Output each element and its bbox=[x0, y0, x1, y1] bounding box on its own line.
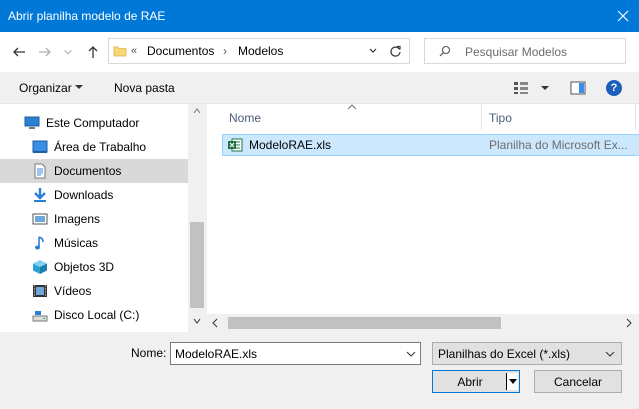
sidebar-item-downloads[interactable]: Downloads bbox=[0, 183, 188, 207]
chevron-down-icon bbox=[605, 351, 615, 357]
column-divider[interactable] bbox=[481, 104, 482, 130]
sidebar-item-label: Downloads bbox=[54, 188, 114, 202]
command-bar: Organizar Nova pasta ? bbox=[0, 72, 639, 104]
horizontal-scrollbar[interactable] bbox=[207, 314, 639, 332]
arrow-right-icon bbox=[39, 47, 51, 57]
forward-button[interactable] bbox=[36, 43, 54, 61]
column-headers: Nome Tipo bbox=[207, 104, 639, 130]
sidebar-scrollbar[interactable] bbox=[188, 104, 206, 332]
computer-icon bbox=[24, 116, 40, 129]
close-icon bbox=[617, 10, 629, 22]
caret-down-icon[interactable] bbox=[75, 85, 83, 89]
sidebar-item-label: Objetos 3D bbox=[54, 260, 115, 274]
breadcrumb-modelos[interactable]: Modelos bbox=[238, 44, 283, 58]
caret-down-icon bbox=[509, 379, 517, 384]
sidebar-item-musicas[interactable]: Músicas bbox=[0, 231, 188, 255]
sidebar-item-label: Imagens bbox=[54, 212, 101, 226]
sidebar-item-este-computador[interactable]: Este Computador bbox=[0, 111, 188, 135]
window-title: Abrir planilha modelo de RAE bbox=[8, 9, 166, 23]
up-button[interactable] bbox=[84, 43, 102, 61]
chevron-down-icon bbox=[64, 49, 72, 55]
file-row[interactable]: ModeloRAE.xls Planilha do Microsoft Ex..… bbox=[222, 134, 639, 156]
arrow-left-icon bbox=[13, 47, 25, 57]
sidebar-item-videos[interactable]: Vídeos bbox=[0, 279, 188, 303]
breadcrumb-separator-icon[interactable]: › bbox=[223, 44, 227, 58]
sort-ascending-icon bbox=[347, 104, 357, 110]
sidebar-item-documentos[interactable]: Documentos bbox=[0, 159, 188, 183]
new-folder-button[interactable]: Nova pasta bbox=[114, 81, 175, 95]
address-dropdown-icon[interactable] bbox=[368, 44, 378, 58]
local-disk-icon bbox=[32, 311, 48, 322]
sidebar-item-label: Disco Local (C:) bbox=[54, 308, 140, 322]
view-options-icon[interactable] bbox=[513, 81, 529, 95]
scroll-up-icon[interactable] bbox=[193, 108, 201, 114]
music-icon bbox=[35, 236, 44, 250]
file-name: ModeloRAE.xls bbox=[249, 138, 332, 152]
preview-pane-icon[interactable] bbox=[570, 81, 586, 95]
file-name-label: Nome: bbox=[131, 346, 167, 360]
sidebar-item-label: Este Computador bbox=[46, 116, 140, 130]
navigation-bar: « Documentos › Modelos Pesquisar Modelos bbox=[0, 32, 639, 72]
sidebar-item-disco-local[interactable]: Disco Local (C:) bbox=[0, 303, 188, 327]
recent-locations-button[interactable] bbox=[62, 43, 74, 61]
videos-icon bbox=[33, 285, 47, 297]
file-type-filter[interactable]: Planilhas do Excel (*.xls) bbox=[432, 342, 622, 365]
desktop-icon bbox=[32, 140, 48, 153]
view-caret-icon[interactable] bbox=[541, 86, 549, 90]
column-divider[interactable] bbox=[635, 104, 636, 130]
address-bar[interactable]: « Documentos › Modelos bbox=[108, 38, 410, 64]
sidebar-item-label: Documentos bbox=[54, 164, 122, 178]
sidebar-item-label: Músicas bbox=[54, 236, 99, 250]
open-options-dropdown[interactable] bbox=[506, 373, 518, 390]
search-icon bbox=[439, 45, 451, 57]
search-box[interactable]: Pesquisar Modelos bbox=[424, 38, 626, 64]
refresh-button[interactable] bbox=[381, 38, 410, 64]
scroll-down-icon[interactable] bbox=[193, 318, 201, 324]
sidebar-item-imagens[interactable]: Imagens bbox=[0, 207, 188, 231]
file-name-input[interactable]: ModeloRAE.xls bbox=[170, 342, 421, 365]
sidebar-item-objetos-3d[interactable]: Objetos 3D bbox=[0, 255, 188, 279]
scrollbar-thumb[interactable] bbox=[228, 317, 501, 329]
title-bar: Abrir planilha modelo de RAE bbox=[0, 0, 639, 32]
downloads-icon bbox=[34, 188, 46, 202]
column-header-tipo[interactable]: Tipo bbox=[489, 111, 512, 125]
open-button-label: Abrir bbox=[457, 375, 483, 389]
refresh-icon bbox=[389, 45, 401, 57]
back-button[interactable] bbox=[10, 43, 28, 61]
documents-icon bbox=[34, 163, 46, 179]
breadcrumb-documentos[interactable]: Documentos bbox=[147, 44, 214, 58]
pictures-icon bbox=[32, 213, 48, 225]
arrow-up-icon bbox=[88, 46, 98, 58]
chevron-down-icon[interactable] bbox=[406, 351, 416, 357]
open-button[interactable]: Abrir bbox=[432, 370, 520, 393]
organize-menu[interactable]: Organizar bbox=[19, 81, 72, 95]
dialog-footer: Nome: ModeloRAE.xls Planilhas do Excel (… bbox=[0, 332, 639, 409]
scrollbar-thumb[interactable] bbox=[190, 222, 204, 308]
column-header-nome[interactable]: Nome bbox=[229, 111, 261, 125]
excel-file-icon bbox=[228, 138, 243, 152]
file-list: Nome Tipo ModeloRAE.xls Planilha do Micr… bbox=[206, 104, 639, 332]
search-placeholder[interactable]: Pesquisar Modelos bbox=[465, 45, 567, 59]
scroll-left-icon[interactable] bbox=[212, 317, 218, 329]
file-name-value[interactable]: ModeloRAE.xls bbox=[175, 347, 257, 361]
sidebar-item-label: Vídeos bbox=[54, 284, 92, 298]
file-type-filter-value: Planilhas do Excel (*.xls) bbox=[438, 347, 571, 361]
help-icon[interactable]: ? bbox=[606, 80, 622, 96]
navigation-pane: Este Computador Área de Trabalho Documen… bbox=[0, 104, 206, 332]
sidebar-item-area-de-trabalho[interactable]: Área de Trabalho bbox=[0, 135, 188, 159]
file-type: Planilha do Microsoft Ex... bbox=[489, 138, 628, 152]
scroll-right-icon[interactable] bbox=[626, 317, 632, 329]
sidebar-item-label: Área de Trabalho bbox=[54, 140, 147, 154]
address-overflow[interactable]: « bbox=[131, 45, 137, 57]
folder-icon bbox=[113, 46, 127, 57]
objects-3d-icon bbox=[33, 260, 47, 274]
cancel-button[interactable]: Cancelar bbox=[534, 370, 622, 393]
close-button[interactable] bbox=[607, 0, 639, 32]
